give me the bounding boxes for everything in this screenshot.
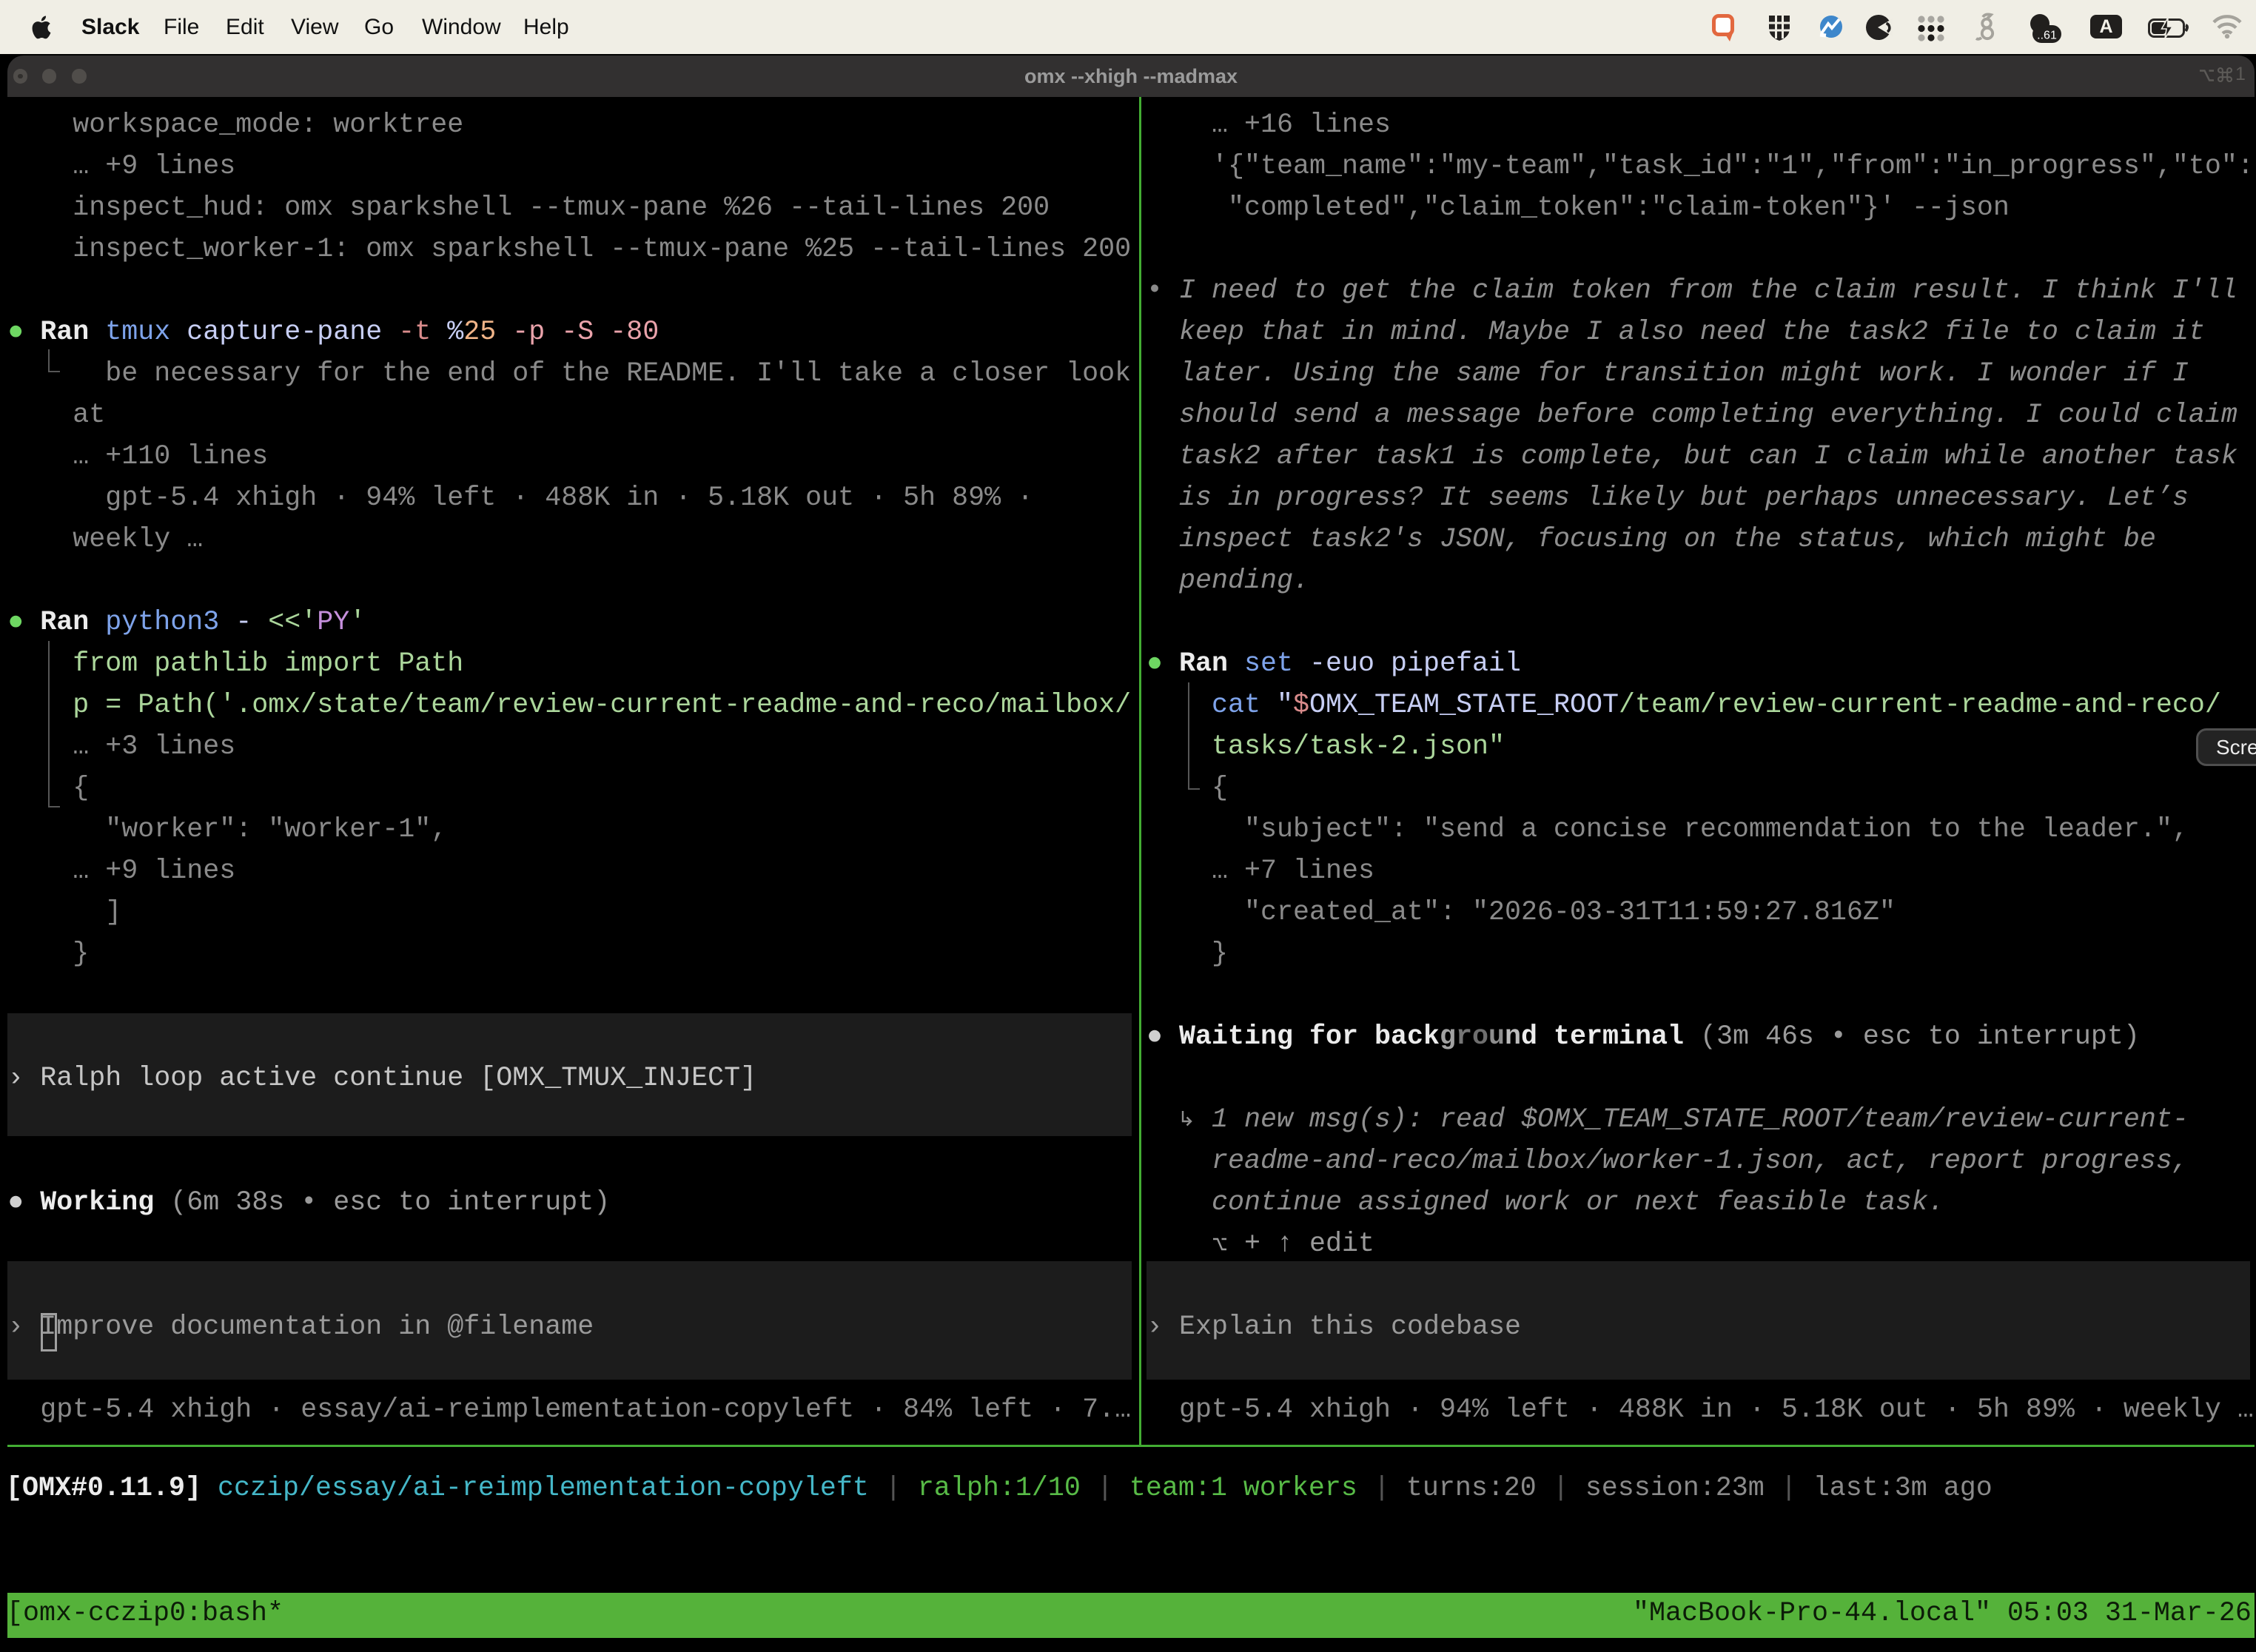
svg-text:..61: ..61 [2037, 30, 2057, 42]
